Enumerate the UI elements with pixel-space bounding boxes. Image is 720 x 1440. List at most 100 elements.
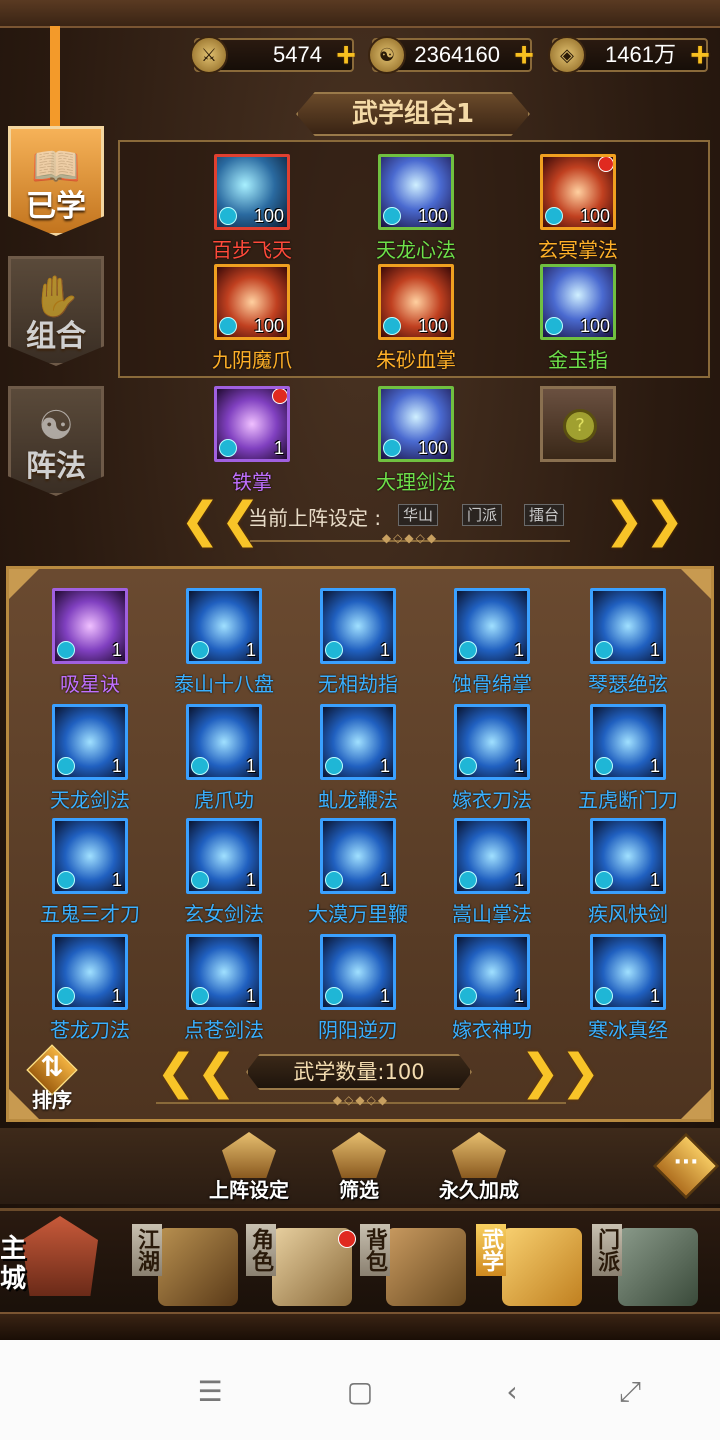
nav-martial-arts[interactable]: 武学 — [476, 1218, 594, 1318]
game-screen: ⚔ 5474 + ☯ 2364160 + ◈ 1461万 + 📖 已学 ✋ 组合… — [0, 0, 720, 1340]
skill-type-icon — [191, 641, 209, 659]
tab-combo[interactable]: ✋ 组合 — [8, 256, 104, 366]
permanent-bonus-button[interactable]: 永久加成 — [424, 1132, 534, 1204]
nav-main-city-label: 主城 — [0, 1234, 27, 1294]
skill-type-icon — [57, 871, 75, 889]
filter-button[interactable]: 筛选 — [304, 1132, 414, 1204]
skill-type-icon — [383, 317, 401, 335]
skill-tile[interactable]: 100 — [214, 264, 290, 340]
stamina-resource[interactable]: ⚔ 5474 + — [190, 36, 356, 74]
skill-level: 1 — [649, 870, 660, 890]
deploy-chip-huashan: 华山 — [398, 504, 439, 526]
skill-level: 1 — [379, 756, 390, 776]
skill-tile[interactable]: 1 — [590, 704, 666, 780]
skill-tile[interactable]: 1 — [454, 934, 530, 1010]
skill-level: 100 — [253, 316, 284, 336]
deploy-label: 当前上阵设定 : — [248, 506, 382, 530]
skill-type-icon — [325, 757, 343, 775]
nav-character-label: 角色 — [246, 1224, 276, 1276]
skill-level: 1 — [273, 438, 284, 458]
skill-name: 点苍剑法 — [184, 1018, 264, 1042]
gold-resource[interactable]: ☯ 2364160 + — [368, 36, 534, 74]
home-button[interactable]: ▢ — [342, 1374, 378, 1410]
skill-tile[interactable]: 1 — [454, 704, 530, 780]
cauldron-icon — [618, 1228, 698, 1306]
back-button[interactable]: ‹ — [494, 1374, 530, 1410]
skill-tile[interactable]: 100 — [540, 154, 616, 230]
skill-type-icon — [459, 641, 477, 659]
skill-name: 天龙心法 — [376, 238, 456, 262]
add-gold-button[interactable]: + — [510, 38, 538, 72]
skill-name: 疾风快剑 — [588, 902, 668, 926]
nav-main-city[interactable]: 主城 — [0, 1212, 118, 1312]
skill-name: 九阴魔爪 — [212, 348, 292, 372]
silver-value: 1461万 — [605, 42, 676, 67]
sort-button[interactable]: ⇅ 排序 — [22, 1044, 82, 1112]
skill-type-icon — [191, 757, 209, 775]
nav-jianghu[interactable]: 江湖 — [132, 1218, 250, 1318]
skill-tile[interactable]: 1 — [186, 588, 262, 664]
nav-character[interactable]: 角色 — [246, 1218, 364, 1318]
deploy-next-arrow[interactable]: ❯❯ — [604, 496, 684, 544]
skill-tile[interactable]: 1 — [320, 934, 396, 1010]
skill-tile[interactable]: 1 — [590, 934, 666, 1010]
skill-name: 大理剑法 — [376, 470, 456, 494]
skill-tile[interactable]: 1 — [590, 818, 666, 894]
skill-tile[interactable]: 1 — [186, 934, 262, 1010]
skill-tile[interactable]: 100 — [378, 154, 454, 230]
skill-name: 泰山十八盘 — [174, 672, 274, 696]
skill-type-icon — [57, 641, 75, 659]
skill-tile[interactable]: 1 — [320, 588, 396, 664]
skill-level: 100 — [253, 206, 284, 226]
notification-dot — [272, 389, 287, 404]
panel-corner — [9, 569, 39, 599]
tab-formation[interactable]: ☯ 阵法 — [8, 386, 104, 496]
deploy-setting-label: 上阵设定 — [209, 1178, 289, 1202]
nav-sect[interactable]: 门派 — [592, 1218, 710, 1318]
skill-type-icon — [219, 207, 237, 225]
skill-tile[interactable]: 1 — [52, 588, 128, 664]
skill-tile[interactable]: 1 — [454, 588, 530, 664]
skill-tile[interactable]: 100 — [378, 386, 454, 462]
skill-tile[interactable]: 1 — [52, 704, 128, 780]
skill-tile[interactable]: 100 — [214, 154, 290, 230]
skill-type-icon — [595, 757, 613, 775]
skill-type-icon — [459, 757, 477, 775]
deploy-setting-button[interactable]: 上阵设定 — [194, 1132, 304, 1204]
skill-tile[interactable]: 1 — [320, 818, 396, 894]
skill-level: 100 — [579, 206, 610, 226]
skill-tile[interactable]: 1 — [186, 818, 262, 894]
combo-divider — [250, 540, 570, 542]
deploy-chip-sect: 门派 — [462, 504, 503, 526]
skill-tile[interactable]: 100 — [540, 264, 616, 340]
inventory-next-arrow[interactable]: ❯❯ — [520, 1048, 600, 1096]
locked-slot[interactable]: ? — [540, 386, 616, 462]
inventory-prev-arrow[interactable]: ❮❮ — [156, 1048, 236, 1096]
nav-bottom-border — [0, 1312, 720, 1340]
skill-tile[interactable]: 1 — [590, 588, 666, 664]
add-silver-button[interactable]: + — [686, 38, 714, 72]
skill-type-icon — [595, 641, 613, 659]
skill-level: 1 — [111, 756, 122, 776]
tab-learned[interactable]: 📖 已学 — [8, 126, 104, 236]
add-stamina-button[interactable]: + — [332, 38, 360, 72]
skill-tile[interactable]: 1 — [320, 704, 396, 780]
skill-tile[interactable]: 1 — [214, 386, 290, 462]
skill-tile[interactable]: 1 — [186, 704, 262, 780]
skill-level: 1 — [513, 870, 524, 890]
skill-name: 五鬼三才刀 — [40, 902, 140, 926]
chat-icon: ··· — [673, 1150, 699, 1175]
nav-bag[interactable]: 背包 — [360, 1218, 478, 1318]
menu-button[interactable]: ☰ — [192, 1374, 228, 1410]
skill-name: 金玉指 — [548, 348, 608, 372]
skill-name: 吸星诀 — [60, 672, 120, 696]
combo-title: 武学组合1 — [296, 92, 530, 136]
skill-tile[interactable]: 1 — [52, 818, 128, 894]
panel-corner — [681, 569, 711, 599]
skill-tile[interactable]: 100 — [378, 264, 454, 340]
silver-resource[interactable]: ◈ 1461万 + — [548, 36, 710, 74]
skill-level: 1 — [245, 986, 256, 1006]
skill-tile[interactable]: 1 — [454, 818, 530, 894]
skill-tile[interactable]: 1 — [52, 934, 128, 1010]
fullscreen-button[interactable]: ⤢ — [612, 1374, 648, 1410]
